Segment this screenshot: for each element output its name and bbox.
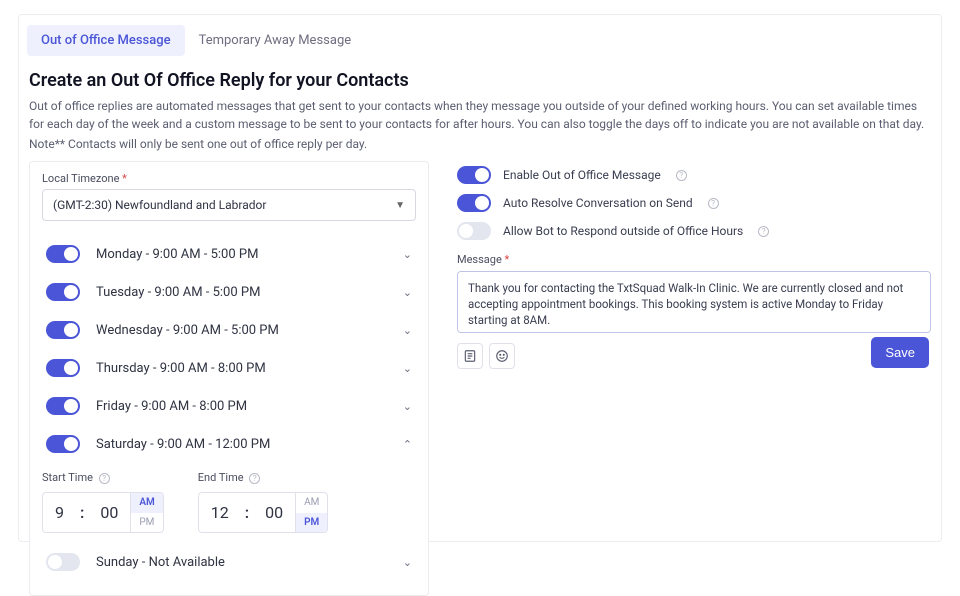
help-icon[interactable]: ? xyxy=(708,198,719,209)
day-row-sunday: Sunday - Not Available ⌄ xyxy=(42,543,416,581)
toggle-thursday[interactable] xyxy=(46,359,80,377)
start-minute[interactable]: 00 xyxy=(88,493,130,532)
page-description: Out of office replies are automated mess… xyxy=(29,97,931,133)
end-time-label-text: End Time xyxy=(198,471,244,484)
chevron-down-icon[interactable]: ⌄ xyxy=(403,362,412,375)
schedule-panel: Local Timezone * (GMT-2:30) Newfoundland… xyxy=(29,161,429,596)
toggle-allow-bot[interactable] xyxy=(457,222,491,240)
chevron-down-icon[interactable]: ⌄ xyxy=(403,286,412,299)
day-label-saturday: Saturday - 9:00 AM - 12:00 PM xyxy=(96,437,387,452)
help-icon[interactable]: ? xyxy=(249,473,260,484)
page-title: Create an Out Of Office Reply for your C… xyxy=(29,70,931,91)
help-icon[interactable]: ? xyxy=(99,473,110,484)
page-note: Note** Contacts will only be sent one ou… xyxy=(29,137,931,151)
settings-card: Out of Office Message Temporary Away Mes… xyxy=(18,14,942,542)
start-time-block: Start Time ? 9 : 00 AM PM xyxy=(42,471,164,533)
message-label-text: Message xyxy=(457,253,502,266)
time-picker-row: Start Time ? 9 : 00 AM PM xyxy=(42,471,416,533)
start-hour[interactable]: 9 xyxy=(43,493,76,532)
option-resolve-row: Auto Resolve Conversation on Send ? xyxy=(457,189,931,217)
start-time-label-text: Start Time xyxy=(42,471,93,484)
start-time-label: Start Time ? xyxy=(42,471,164,484)
day-row-wednesday: Wednesday - 9:00 AM - 5:00 PM ⌄ xyxy=(42,311,416,349)
chevron-down-icon[interactable]: ⌄ xyxy=(403,556,412,569)
end-time-block: End Time ? 12 : 00 AM PM xyxy=(198,471,329,533)
day-row-saturday: Saturday - 9:00 AM - 12:00 PM ⌃ xyxy=(42,425,416,463)
message-label: Message * xyxy=(457,253,931,266)
time-separator: : xyxy=(241,493,253,532)
day-label-friday: Friday - 9:00 AM - 8:00 PM xyxy=(96,399,387,414)
help-icon[interactable]: ? xyxy=(758,226,769,237)
chevron-up-icon[interactable]: ⌃ xyxy=(403,438,412,451)
start-am[interactable]: AM xyxy=(131,493,162,513)
required-mark: * xyxy=(505,253,510,266)
end-time-label: End Time ? xyxy=(198,471,329,484)
day-label-tuesday: Tuesday - 9:00 AM - 5:00 PM xyxy=(96,285,387,300)
toggle-enable-ooo[interactable] xyxy=(457,166,491,184)
caret-down-icon: ▼ xyxy=(395,200,405,211)
end-pm[interactable]: PM xyxy=(296,513,327,533)
day-row-thursday: Thursday - 9:00 AM - 8:00 PM ⌄ xyxy=(42,349,416,387)
timezone-select[interactable]: (GMT-2:30) Newfoundland and Labrador ▼ xyxy=(42,189,416,221)
required-mark: * xyxy=(122,172,127,185)
option-resolve-label: Auto Resolve Conversation on Send xyxy=(503,196,693,210)
timezone-value: (GMT-2:30) Newfoundland and Labrador xyxy=(53,198,266,212)
content-area: Create an Out Of Office Reply for your C… xyxy=(19,56,941,596)
day-row-tuesday: Tuesday - 9:00 AM - 5:00 PM ⌄ xyxy=(42,273,416,311)
start-time-input[interactable]: 9 : 00 AM PM xyxy=(42,492,164,533)
end-hour[interactable]: 12 xyxy=(199,493,241,532)
toggle-wednesday[interactable] xyxy=(46,321,80,339)
option-enable-label: Enable Out of Office Message xyxy=(503,168,661,182)
tab-out-of-office[interactable]: Out of Office Message xyxy=(27,25,185,56)
day-label-wednesday: Wednesday - 9:00 AM - 5:00 PM xyxy=(96,323,387,338)
toggle-friday[interactable] xyxy=(46,397,80,415)
option-bot-label: Allow Bot to Respond outside of Office H… xyxy=(503,224,743,238)
chevron-down-icon[interactable]: ⌄ xyxy=(403,400,412,413)
day-label-thursday: Thursday - 9:00 AM - 8:00 PM xyxy=(96,361,387,376)
timezone-label: Local Timezone * xyxy=(42,172,416,185)
end-minute[interactable]: 00 xyxy=(253,493,295,532)
toggle-monday[interactable] xyxy=(46,245,80,263)
day-label-sunday: Sunday - Not Available xyxy=(96,555,387,570)
option-enable-row: Enable Out of Office Message ? xyxy=(457,161,931,189)
message-tools xyxy=(457,343,931,369)
toggle-saturday[interactable] xyxy=(46,435,80,453)
tabs: Out of Office Message Temporary Away Mes… xyxy=(19,25,941,56)
day-row-monday: Monday - 9:00 AM - 5:00 PM ⌄ xyxy=(42,235,416,273)
save-button[interactable]: Save xyxy=(871,337,929,368)
tab-temporary-away[interactable]: Temporary Away Message xyxy=(185,25,366,56)
chevron-down-icon[interactable]: ⌄ xyxy=(403,324,412,337)
help-icon[interactable]: ? xyxy=(676,170,687,181)
toggle-auto-resolve[interactable] xyxy=(457,194,491,212)
option-bot-row: Allow Bot to Respond outside of Office H… xyxy=(457,217,931,245)
toggle-tuesday[interactable] xyxy=(46,283,80,301)
template-icon[interactable] xyxy=(457,343,483,369)
end-time-input[interactable]: 12 : 00 AM PM xyxy=(198,492,329,533)
end-am[interactable]: AM xyxy=(296,493,327,513)
timezone-label-text: Local Timezone xyxy=(42,172,119,185)
chevron-down-icon[interactable]: ⌄ xyxy=(403,248,412,261)
time-separator: : xyxy=(76,493,88,532)
message-textarea[interactable] xyxy=(457,271,931,333)
day-row-friday: Friday - 9:00 AM - 8:00 PM ⌄ xyxy=(42,387,416,425)
start-pm[interactable]: PM xyxy=(131,513,162,533)
day-label-monday: Monday - 9:00 AM - 5:00 PM xyxy=(96,247,387,262)
toggle-sunday[interactable] xyxy=(46,553,80,571)
emoji-icon[interactable] xyxy=(489,343,515,369)
